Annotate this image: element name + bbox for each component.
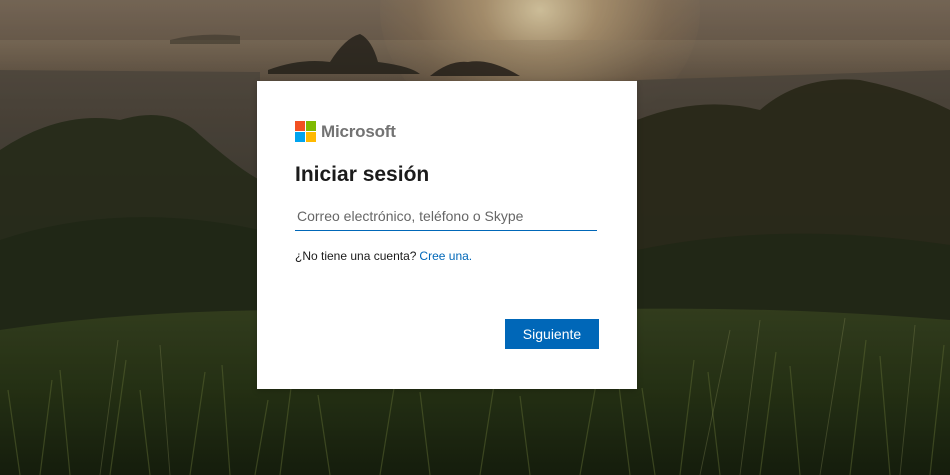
- signup-row: ¿No tiene una cuenta? Cree una.: [295, 249, 472, 263]
- logo-square-red: [295, 121, 305, 131]
- brand: Microsoft: [295, 121, 396, 142]
- email-field[interactable]: [295, 201, 597, 231]
- brand-name: Microsoft: [321, 121, 396, 141]
- login-card: Microsoft Iniciar sesión ¿No tiene una c…: [257, 81, 637, 389]
- microsoft-logo-icon: [295, 121, 316, 142]
- logo-square-green: [306, 121, 316, 131]
- page-title: Iniciar sesión: [295, 163, 430, 186]
- create-account-link[interactable]: Cree una.: [419, 249, 472, 263]
- logo-square-blue: [295, 132, 305, 142]
- next-button[interactable]: Siguiente: [505, 319, 599, 349]
- no-account-text: ¿No tiene una cuenta?: [295, 249, 417, 263]
- logo-square-yellow: [306, 132, 316, 142]
- login-page: Microsoft Iniciar sesión ¿No tiene una c…: [0, 0, 950, 475]
